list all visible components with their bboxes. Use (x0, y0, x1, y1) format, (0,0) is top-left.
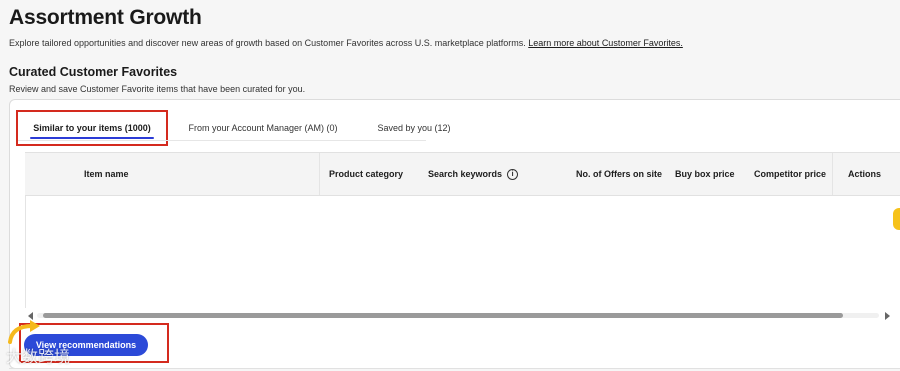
col-search-keywords[interactable]: Search keywords i (428, 153, 519, 195)
col-competitor-price[interactable]: Competitor price (754, 153, 826, 195)
bottom-divider (9, 368, 900, 369)
tab-similar-items-label: Similar to your items (1000) (33, 123, 151, 133)
tab-saved-by-you-label: Saved by you (12) (377, 123, 451, 133)
col-offers-on-site[interactable]: No. of Offers on site (576, 153, 662, 195)
info-icon[interactable]: i (507, 168, 519, 180)
col-product-category-label: Product category (329, 169, 404, 179)
column-divider (319, 153, 320, 195)
items-table: Item name Product category Search keywor… (25, 152, 900, 308)
watermark-text: 大数跨境 (6, 349, 71, 366)
col-offers-on-site-label: No. of Offers on site (576, 169, 663, 179)
tab-divider (18, 140, 426, 141)
learn-more-link[interactable]: Learn more about Customer Favorites. (528, 38, 683, 48)
col-actions-label: Actions (848, 169, 882, 179)
scroll-right-icon[interactable] (885, 312, 890, 320)
section-description: Review and save Customer Favorite items … (9, 84, 306, 94)
col-buy-box-price-label: Buy box price (675, 169, 735, 179)
curved-arrow-icon (8, 320, 40, 344)
table-body-border (25, 196, 26, 308)
page-description-text: Explore tailored opportunities and disco… (9, 38, 526, 48)
col-item-name[interactable]: Item name (84, 153, 129, 195)
section-title: Curated Customer Favorites (9, 65, 178, 79)
scrollbar-thumb[interactable] (43, 313, 843, 318)
column-divider (832, 153, 833, 195)
page-description: Explore tailored opportunities and disco… (9, 38, 683, 48)
tab-account-manager-label: From your Account Manager (AM) (0) (188, 123, 338, 133)
side-tab-marker[interactable] (893, 208, 900, 230)
page-title: Assortment Growth (9, 6, 202, 29)
col-buy-box-price[interactable]: Buy box price (675, 153, 735, 195)
col-item-name-label: Item name (84, 169, 129, 179)
col-product-category[interactable]: Product category (329, 153, 403, 195)
horizontal-scrollbar[interactable] (25, 310, 895, 320)
table-header: Item name Product category Search keywor… (25, 153, 900, 196)
active-tab-indicator (30, 137, 154, 139)
col-competitor-price-label: Competitor price (754, 169, 827, 179)
col-search-keywords-label: Search keywords (428, 169, 503, 179)
col-actions: Actions (848, 153, 881, 195)
